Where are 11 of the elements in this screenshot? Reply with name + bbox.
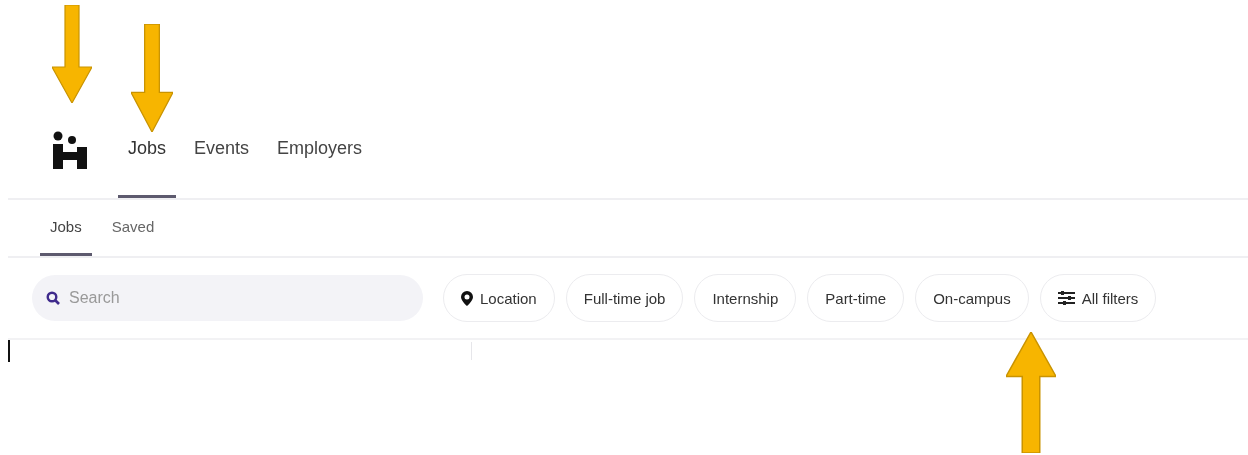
nav-tab[interactable]: Employers xyxy=(267,132,373,198)
nav-tab[interactable]: Events xyxy=(184,132,260,198)
logo-icon xyxy=(52,131,88,169)
sub-tab[interactable]: Saved xyxy=(101,200,165,256)
sub-tab[interactable]: Jobs xyxy=(40,200,92,256)
location-pin-icon xyxy=(461,290,473,306)
sliders-icon xyxy=(1057,291,1075,305)
nav-tab[interactable]: Jobs xyxy=(118,132,177,198)
text-cursor xyxy=(8,340,10,362)
search-field[interactable]: Search xyxy=(32,275,423,321)
search-icon xyxy=(46,291,60,305)
